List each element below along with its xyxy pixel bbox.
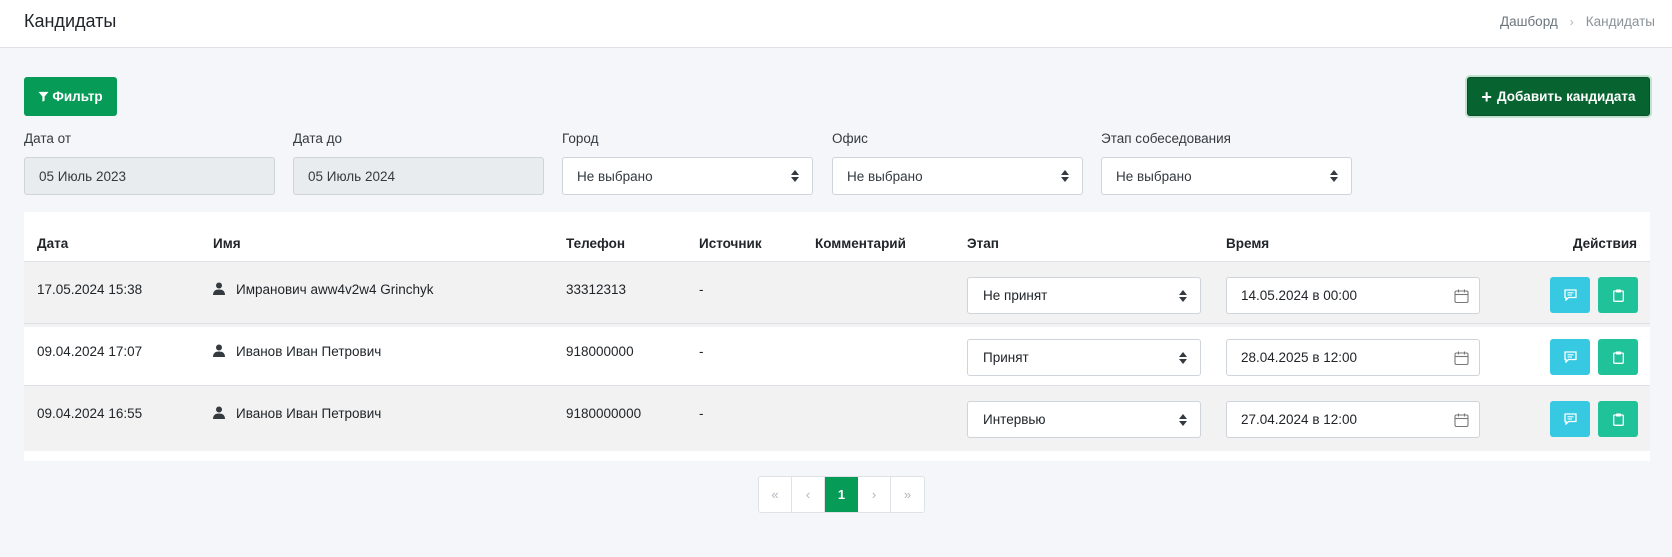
clipboard-button[interactable] [1598,277,1638,313]
row-time-input[interactable]: 14.05.2024 в 00:00 [1226,277,1480,314]
date-to-label: Дата до [293,131,343,146]
breadcrumb-candidates: Кандидаты [1585,14,1655,29]
row-time-input[interactable]: 27.04.2024 в 12:00 [1226,401,1480,438]
row-stage-select[interactable]: Принят [967,339,1201,376]
clipboard-icon [1612,289,1624,302]
comment-icon [1563,351,1577,363]
user-icon [213,282,225,295]
date-to-value: 05 Июль 2024 [308,168,395,184]
filter-icon [38,91,49,102]
stage-filter-label: Этап собеседования [1101,131,1231,146]
breadcrumb: Дашборд › Кандидаты [1500,14,1655,29]
sort-arrows-icon [1179,289,1187,302]
page-first-button[interactable]: « [759,477,792,512]
sort-arrows-icon [1179,351,1187,364]
candidates-table: Дата Имя Телефон Источник Комментарий Эт… [24,212,1650,461]
chevron-right-icon: › [1569,14,1574,29]
col-name: Имя [213,236,241,251]
col-date: Дата [37,236,69,251]
page-current-button[interactable]: 1 [825,477,858,512]
date-to-input[interactable]: 05 Июль 2024 [293,157,544,195]
city-select[interactable]: Не выбрано [562,157,813,195]
row-name: Имранович aww4v2w4 Grinchyk [236,282,434,297]
sort-arrows-icon [1061,170,1069,182]
row-phone: 918000000 [566,344,634,359]
stage-filter-value: Не выбрано [1116,168,1192,184]
row-source: - [699,344,704,359]
row-name: Иванов Иван Петрович [236,344,382,359]
table-row: 17.05.2024 15:38 Имранович aww4v2w4 Grin… [24,261,1650,327]
plus-icon: + [1481,86,1492,107]
calendar-icon[interactable] [1454,350,1469,365]
date-from-label: Дата от [24,131,72,146]
office-value: Не выбрано [847,168,923,184]
breadcrumb-dashboard[interactable]: Дашборд [1500,14,1558,29]
comment-icon [1563,289,1577,301]
col-actions: Действия [1572,236,1637,251]
col-stage: Этап [967,236,999,251]
comment-button[interactable] [1550,401,1590,437]
col-source: Источник [699,236,762,251]
row-stage-select[interactable]: Интервью [967,401,1201,438]
row-time-value: 14.05.2024 в 00:00 [1241,288,1358,303]
city-value: Не выбрано [577,168,653,184]
calendar-icon[interactable] [1454,412,1469,427]
office-select[interactable]: Не выбрано [832,157,1083,195]
row-date: 09.04.2024 16:55 [37,406,143,421]
row-phone: 9180000000 [566,406,642,421]
add-candidate-label: Добавить кандидата [1496,89,1636,104]
row-phone: 33312313 [566,282,627,297]
table-row: 09.04.2024 16:55 Иванов Иван Петрович 91… [24,385,1650,451]
user-icon [213,406,225,419]
col-time: Время [1226,236,1270,251]
calendar-icon[interactable] [1454,288,1469,303]
sort-arrows-icon [1330,170,1338,182]
top-bar: Кандидаты Дашборд › Кандидаты [0,0,1672,48]
city-label: Город [562,131,599,146]
office-label: Офис [832,131,868,146]
page-title: Кандидаты [24,11,117,31]
comment-icon [1563,413,1577,425]
row-time-value: 27.04.2024 в 12:00 [1241,412,1358,427]
row-time-value: 28.04.2025 в 12:00 [1241,350,1358,365]
row-stage-value: Не принят [983,288,1048,303]
clipboard-icon [1612,413,1624,426]
page-prev-button[interactable]: ‹ [792,477,825,512]
stage-filter-select[interactable]: Не выбрано [1101,157,1352,195]
filter-button[interactable]: Фильтр [24,77,117,116]
row-name: Иванов Иван Петрович [236,406,382,421]
col-phone: Телефон [566,236,626,251]
row-stage-value: Принят [983,350,1029,365]
date-from-value: 05 Июль 2023 [39,168,126,184]
table-row: 09.04.2024 17:07 Иванов Иван Петрович 91… [24,323,1650,389]
row-time-input[interactable]: 28.04.2025 в 12:00 [1226,339,1480,376]
comment-button[interactable] [1550,339,1590,375]
row-date: 09.04.2024 17:07 [37,344,143,359]
row-date: 17.05.2024 15:38 [37,282,143,297]
sort-arrows-icon [791,170,799,182]
user-icon [213,344,225,357]
date-from-input[interactable]: 05 Июль 2023 [24,157,275,195]
clipboard-icon [1612,351,1624,364]
filter-button-label: Фильтр [52,89,103,104]
col-comment: Комментарий [815,236,906,251]
sort-arrows-icon [1179,413,1187,426]
row-source: - [699,406,704,421]
row-stage-select[interactable]: Не принят [967,277,1201,314]
comment-button[interactable] [1550,277,1590,313]
page-next-button[interactable]: › [858,477,891,512]
page-last-button[interactable]: » [891,477,924,512]
clipboard-button[interactable] [1598,339,1638,375]
row-source: - [699,282,704,297]
add-candidate-button[interactable]: + Добавить кандидата [1467,77,1650,116]
pagination: « ‹ 1 › » [758,476,925,513]
clipboard-button[interactable] [1598,401,1638,437]
row-stage-value: Интервью [983,412,1046,427]
